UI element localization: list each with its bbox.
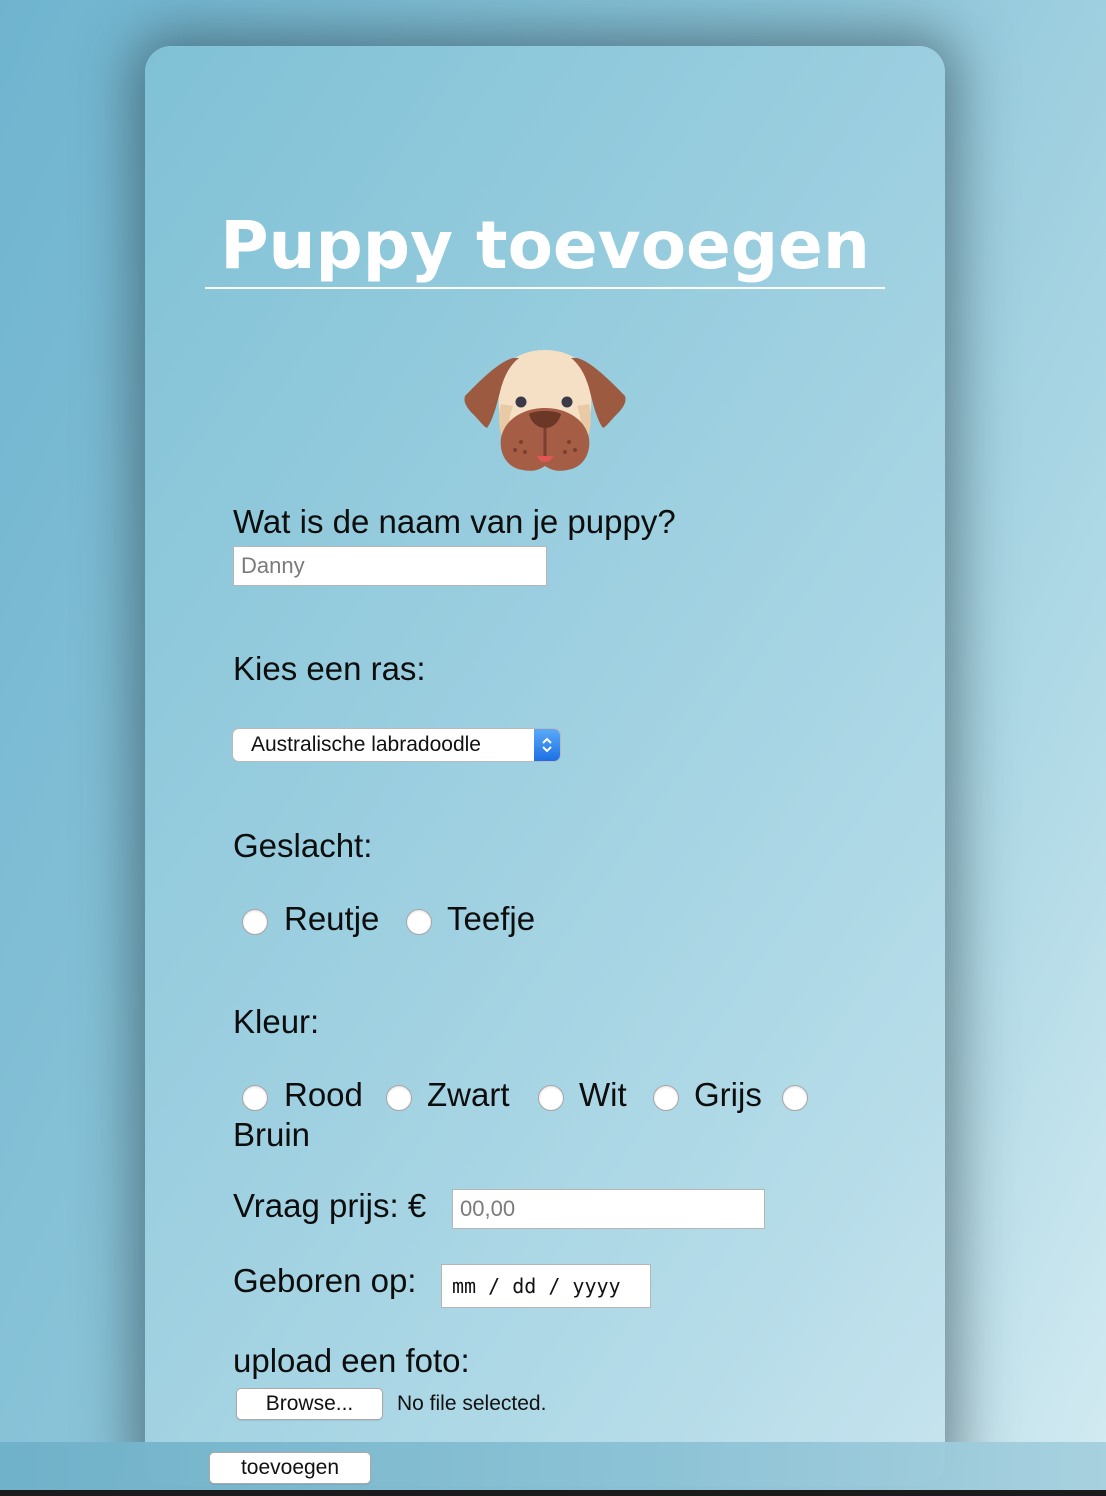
title-underline (205, 287, 885, 289)
gender-option-label: Teefje (447, 900, 536, 937)
color-option-label: Zwart (427, 1076, 510, 1113)
page-title: Puppy toevoegen (220, 207, 870, 284)
color-radio-grijs[interactable] (653, 1085, 679, 1111)
breed-selected-value: Australische labradoodle (251, 733, 481, 756)
gender-option-label: Reutje (284, 900, 380, 937)
submit-button[interactable]: toevoegen (209, 1452, 371, 1484)
color-radio-zwart[interactable] (386, 1085, 412, 1111)
gender-radio-teefje[interactable] (406, 909, 432, 935)
color-radio-bruin[interactable] (782, 1085, 808, 1111)
price-label: Vraag prijs: € (233, 1187, 427, 1224)
name-label: Wat is de naam van je puppy? (233, 503, 676, 540)
puppy-name-input[interactable] (233, 546, 547, 586)
birth-date-label: Geboren op: (233, 1262, 417, 1299)
browse-button[interactable]: Browse... (236, 1388, 383, 1420)
breed-select[interactable]: Australische labradoodle (233, 729, 560, 761)
birth-date-input[interactable]: mm / dd / yyyy (441, 1264, 651, 1308)
breed-label: Kies een ras: (233, 650, 426, 687)
color-radio-rood[interactable] (242, 1085, 268, 1111)
color-option-label: Grijs (694, 1076, 762, 1113)
dog-face-icon (464, 350, 626, 471)
photo-label: upload een foto: (233, 1342, 470, 1379)
window-bottom-edge (0, 1490, 1106, 1496)
chevron-up-down-icon (534, 729, 560, 761)
color-option-label: Wit (579, 1076, 627, 1113)
form-card: Puppy toevoegen Wat is de naam van je pu… (145, 46, 945, 1486)
color-option-label: Rood (284, 1076, 363, 1113)
file-status-text: No file selected. (397, 1392, 547, 1415)
color-option-label: Bruin (233, 1116, 311, 1153)
price-input[interactable] (452, 1189, 765, 1229)
birth-date-placeholder: mm / dd / yyyy (452, 1274, 621, 1298)
color-radio-wit[interactable] (538, 1085, 564, 1111)
bottom-bar (0, 1442, 1106, 1496)
gender-label: Geslacht: (233, 827, 373, 864)
color-label: Kleur: (233, 1003, 320, 1040)
gender-radio-reutje[interactable] (242, 909, 268, 935)
